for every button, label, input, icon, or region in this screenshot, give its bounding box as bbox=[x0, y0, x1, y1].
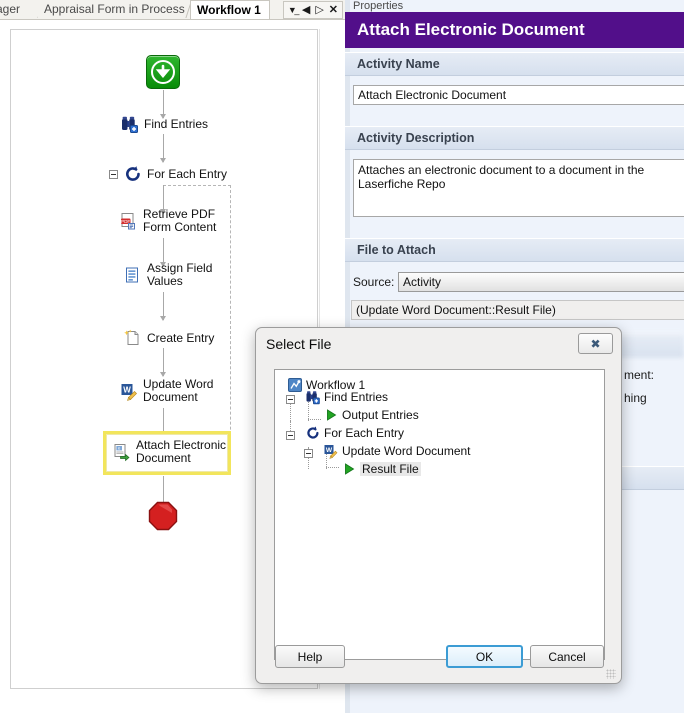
field-list-icon bbox=[123, 265, 143, 285]
properties-header-title: Attach Electronic Document bbox=[345, 12, 684, 48]
select-file-dialog: Select File ✖ bbox=[255, 327, 622, 684]
tab-strip: ager Appraisal Form in Process Workflow … bbox=[0, 0, 345, 20]
output-play-icon bbox=[323, 407, 339, 423]
pdf-form-icon: PDF bbox=[119, 211, 139, 231]
activity-name-input[interactable]: Attach Electronic Document bbox=[353, 85, 684, 105]
tab-navigation-group: ▼̲ ◀ ▷ ✕ bbox=[283, 1, 343, 19]
tree-item-result-file[interactable]: Result File bbox=[341, 461, 421, 477]
tab-manager[interactable]: ager bbox=[0, 0, 40, 20]
node-retrieve-pdf-form-content[interactable]: PDF Retrieve PDF Form Content bbox=[119, 208, 216, 234]
source-label: Source: bbox=[353, 275, 394, 289]
properties-caption: Properties bbox=[353, 0, 403, 12]
node-create-entry[interactable]: Create Entry bbox=[123, 328, 214, 348]
stop-octagon-icon[interactable] bbox=[148, 501, 178, 531]
svg-text:W: W bbox=[123, 386, 131, 395]
node-attach-content: e Attach Electronic Document bbox=[112, 439, 226, 465]
resize-grip-icon[interactable] bbox=[606, 669, 616, 679]
tree-item-find-entries[interactable]: Find Entries bbox=[305, 389, 388, 405]
tree-item-label: Output Entries bbox=[342, 408, 419, 422]
node-find-entries[interactable]: Find Entries bbox=[120, 114, 208, 134]
connector-find-to-foreach bbox=[163, 134, 164, 162]
tree-item-for-each-entry[interactable]: For Each Entry bbox=[305, 425, 404, 441]
help-button[interactable]: Help bbox=[275, 645, 345, 668]
connector-create-to-word bbox=[163, 348, 164, 376]
chevron-down-bar-icon[interactable]: ▼̲ bbox=[288, 6, 297, 15]
tree-item-update-word-document[interactable]: W Update Word Document bbox=[323, 443, 471, 459]
tree-item-label: For Each Entry bbox=[324, 426, 404, 440]
option-2-label: hing bbox=[624, 391, 647, 405]
section-header-file-to-attach: File to Attach bbox=[345, 238, 684, 262]
node-for-each-entry[interactable]: For Each Entry bbox=[123, 164, 227, 184]
ok-button[interactable]: OK bbox=[446, 645, 523, 668]
dialog-title: Select File bbox=[266, 336, 331, 352]
word-document-icon: W bbox=[323, 443, 339, 459]
source-dropdown[interactable]: Activity bbox=[398, 272, 684, 292]
loop-arrow-icon bbox=[305, 425, 321, 441]
node-label: Find Entries bbox=[144, 118, 208, 131]
file-tree[interactable]: Workflow 1 bbox=[274, 369, 605, 660]
tab-label: Workflow 1 bbox=[197, 3, 261, 17]
option-1-label: ment: bbox=[624, 368, 654, 382]
word-document-icon: W bbox=[119, 381, 139, 401]
tab-label: Appraisal Form in Process bbox=[44, 2, 185, 16]
node-attach-electronic-document[interactable]: e Attach Electronic Document bbox=[103, 431, 231, 475]
node-label-line2: Document bbox=[136, 452, 226, 465]
tab-appraisal-form-in-process[interactable]: Appraisal Form in Process bbox=[38, 0, 188, 20]
attach-document-icon: e bbox=[112, 442, 132, 462]
app-window: ager Appraisal Form in Process Workflow … bbox=[0, 0, 684, 713]
section-header-activity-description: Activity Description bbox=[345, 126, 684, 150]
tab-workflow-1[interactable]: Workflow 1 bbox=[190, 0, 270, 20]
node-label-line2: Form Content bbox=[143, 221, 216, 234]
cancel-button[interactable]: Cancel bbox=[530, 645, 604, 668]
activity-description-textarea[interactable]: Attaches an electronic document to a doc… bbox=[353, 159, 684, 217]
new-document-icon bbox=[123, 328, 143, 348]
tree-collapse-for-each-entry[interactable] bbox=[286, 431, 295, 440]
node-update-word-document[interactable]: W Update Word Document bbox=[119, 378, 213, 404]
tree-item-label: Find Entries bbox=[324, 390, 388, 404]
binoculars-icon bbox=[120, 114, 140, 134]
node-label-line2: Values bbox=[147, 275, 212, 288]
tree-item-label: Result File bbox=[360, 462, 421, 476]
tab-label: ager bbox=[0, 2, 20, 16]
workflow-icon bbox=[287, 377, 303, 393]
tree-collapse-update-word-document[interactable] bbox=[304, 449, 313, 458]
tree-item-output-entries[interactable]: Output Entries bbox=[323, 407, 419, 423]
close-x-icon[interactable]: ✕ bbox=[329, 5, 338, 16]
section-header-activity-name: Activity Name bbox=[345, 52, 684, 76]
tree-guide bbox=[308, 419, 321, 420]
arrow-left-icon[interactable]: ◀ bbox=[302, 5, 310, 16]
start-green-arrow-icon[interactable] bbox=[146, 55, 180, 89]
output-play-icon bbox=[341, 461, 357, 477]
node-label: Create Entry bbox=[147, 332, 214, 345]
tree-collapse-find-entries[interactable] bbox=[286, 395, 295, 404]
node-label-line2: Document bbox=[143, 391, 213, 404]
node-assign-field-values[interactable]: Assign Field Values bbox=[123, 262, 212, 288]
loop-arrow-icon bbox=[123, 164, 143, 184]
collapse-toggle-for-each-entry[interactable] bbox=[109, 170, 118, 179]
tree-item-label: Update Word Document bbox=[342, 444, 471, 458]
svg-text:W: W bbox=[326, 447, 333, 454]
arrow-right-icon[interactable]: ▷ bbox=[315, 5, 323, 16]
node-label: For Each Entry bbox=[147, 168, 227, 181]
close-x-icon[interactable]: ✖ bbox=[578, 333, 613, 354]
binoculars-icon bbox=[305, 389, 321, 405]
tree-guide bbox=[326, 467, 339, 468]
selected-file-token[interactable]: (Update Word Document::Result File) bbox=[351, 300, 684, 320]
connector-assign-to-create bbox=[163, 292, 164, 320]
